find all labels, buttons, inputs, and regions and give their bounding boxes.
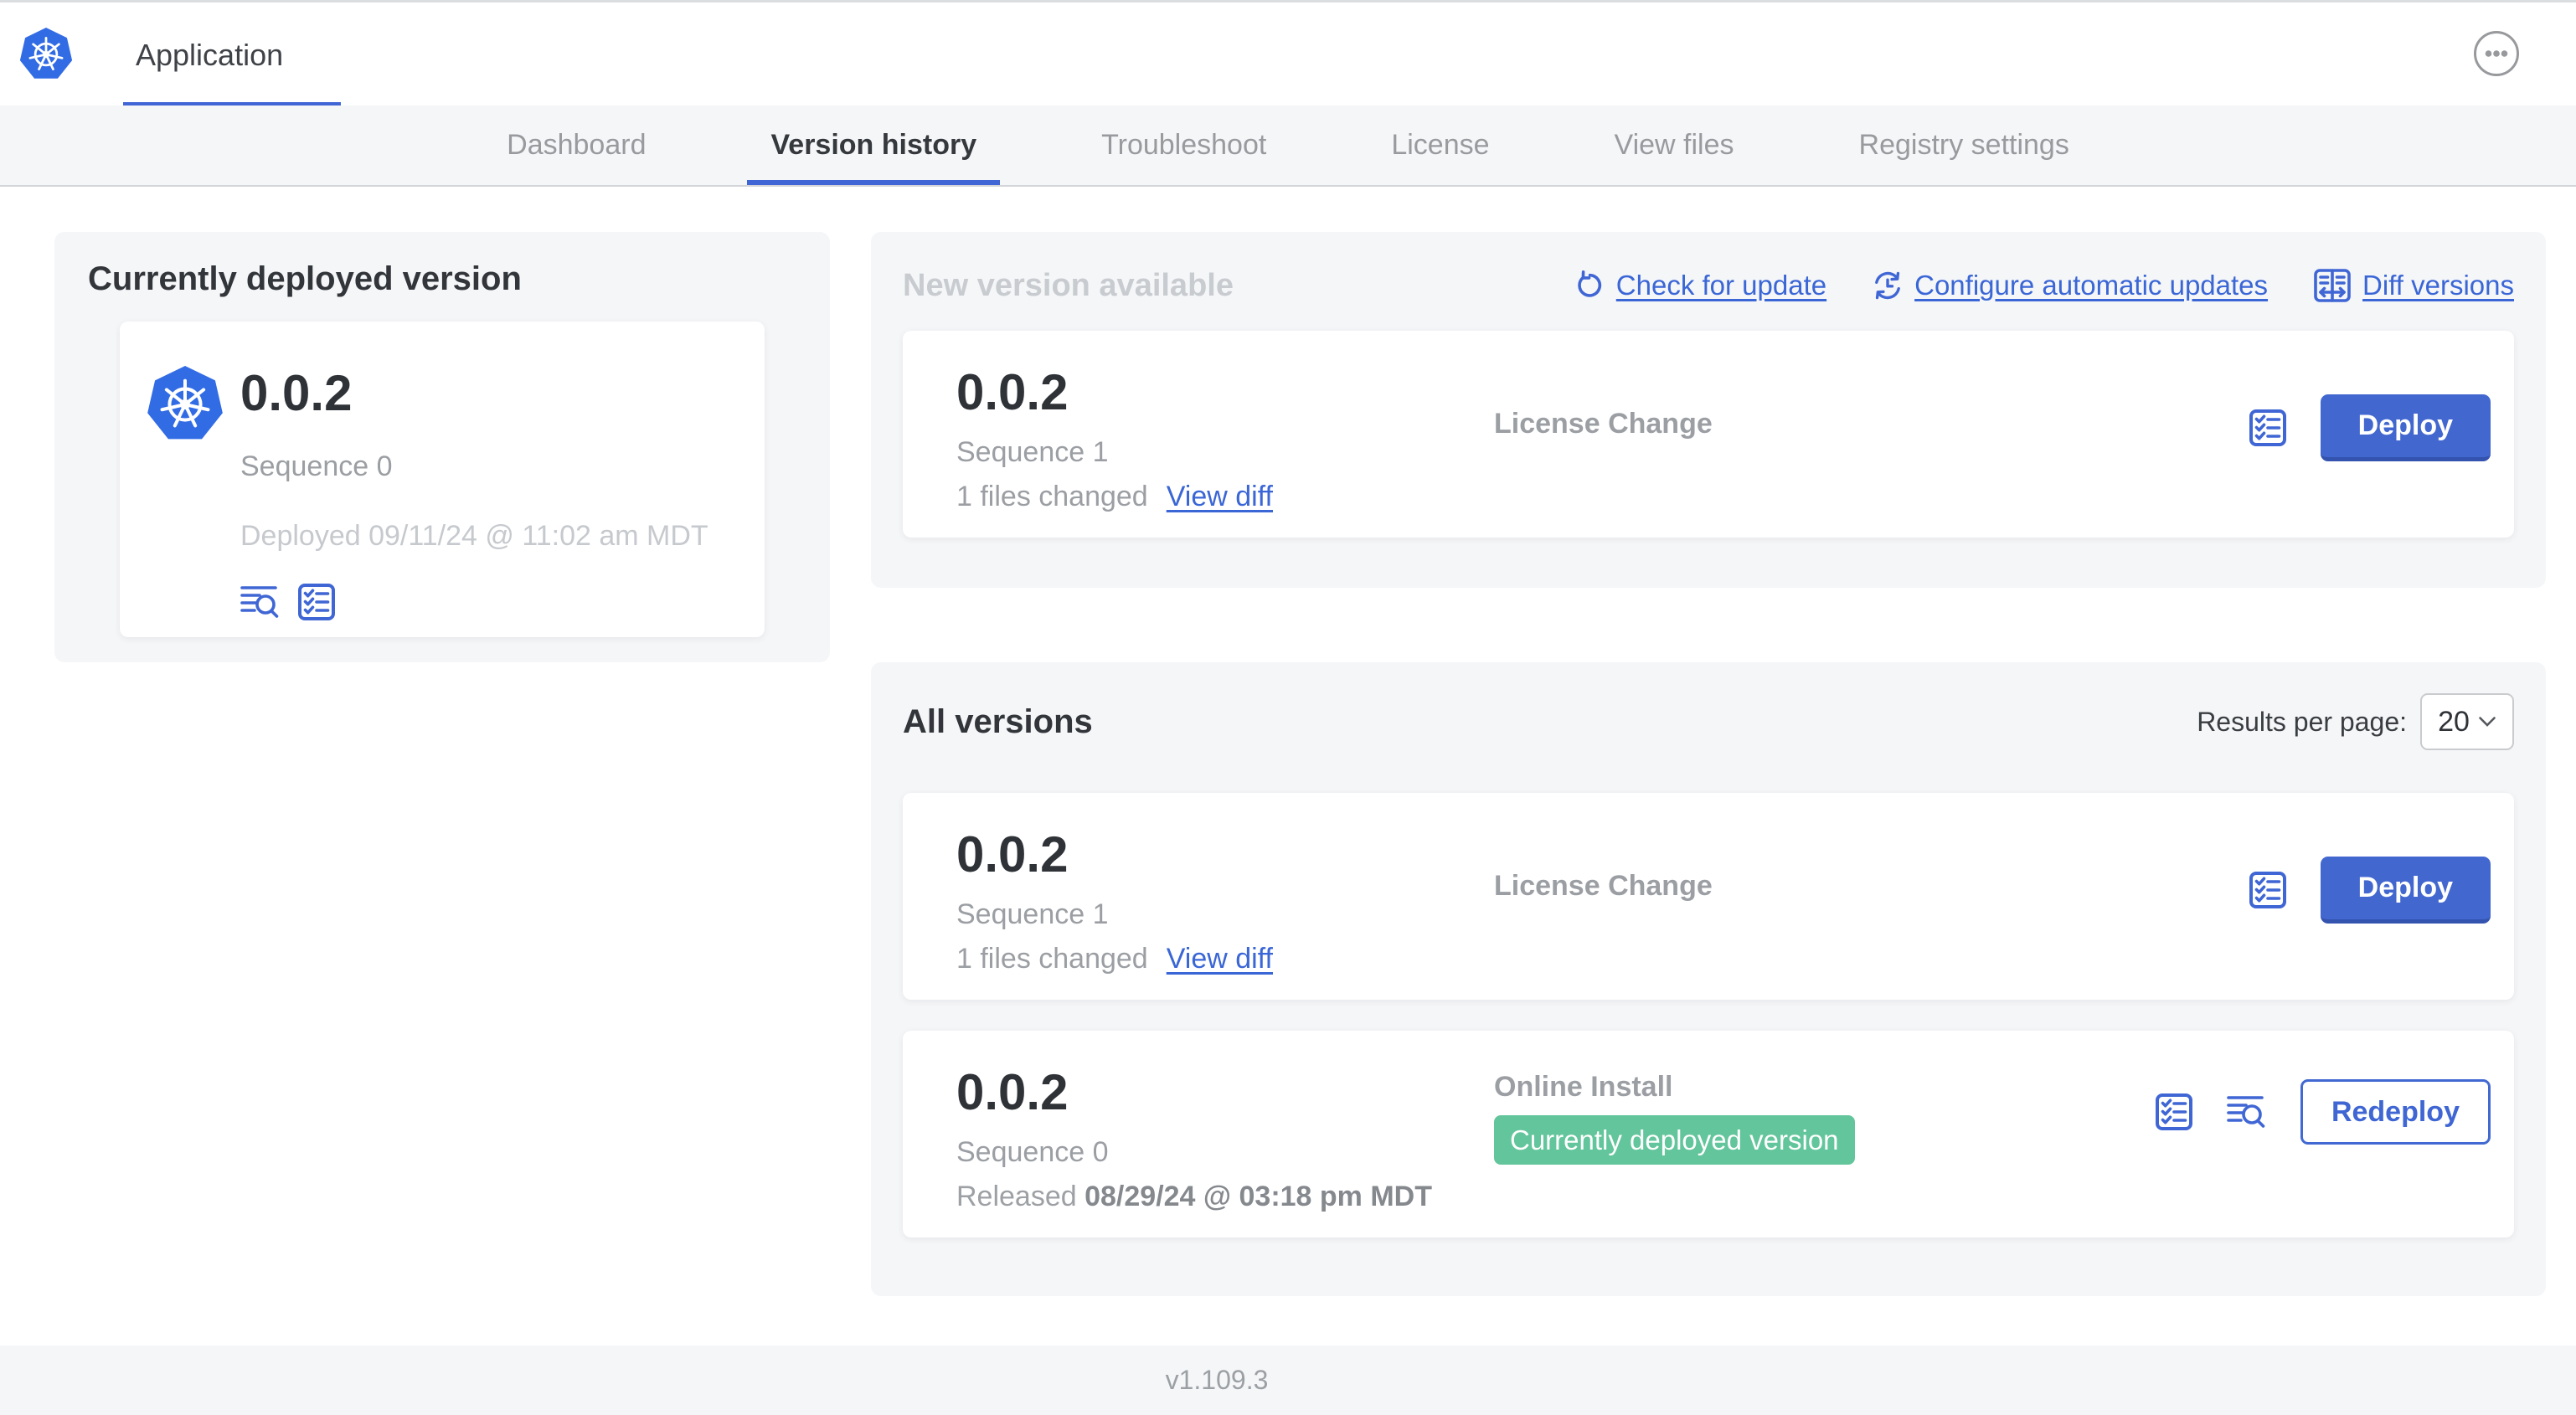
diff-versions-label: Diff versions <box>2362 270 2514 301</box>
deploy-logs-icon <box>2227 1093 2267 1130</box>
version-sequence: Sequence 1 <box>956 436 1109 468</box>
currently-deployed-version-panel: 0.0.2 Sequence 0 Deployed 09/11/24 @ 11:… <box>120 322 765 637</box>
preflight-checks-icon <box>2249 871 2287 909</box>
current-version-info: 0.0.2 Sequence 0 Deployed 09/11/24 @ 11:… <box>240 368 708 637</box>
tab-troubleshoot[interactable]: Troubleshoot <box>1078 105 1290 185</box>
tab-dashboard-label: Dashboard <box>507 129 647 161</box>
configure-automatic-updates-label: Configure automatic updates <box>1914 270 2269 301</box>
configure-automatic-updates-link[interactable]: Configure automatic updates <box>1872 270 2268 301</box>
all-versions-card: All versions Results per page: 20 0.0.2 <box>871 662 2546 1296</box>
new-version-heading: New version available <box>903 267 1234 303</box>
version-source-label: Online Install <box>1494 1071 1673 1103</box>
diff-versions-link[interactable]: Diff versions <box>2313 268 2514 303</box>
currently-deployed-badge: Currently deployed version <box>1494 1115 1855 1165</box>
check-for-update-link[interactable]: Check for update <box>1574 270 1826 301</box>
files-changed-row: 1 files changed View diff <box>956 943 1494 975</box>
all-versions-header: All versions Results per page: 20 <box>903 692 2514 751</box>
current-version-deployed-date: Deployed 09/11/24 @ 11:02 am MDT <box>240 520 708 552</box>
kubernetes-logo-icon <box>18 26 74 83</box>
check-for-update-label: Check for update <box>1615 270 1827 301</box>
new-version-card: New version available Check for update C… <box>871 232 2546 588</box>
preflight-checks-button[interactable] <box>2249 871 2287 909</box>
version-row-source: License Change <box>1494 830 2249 903</box>
tab-registry-settings[interactable]: Registry settings <box>1836 105 2093 185</box>
current-version-number: 0.0.2 <box>240 365 353 421</box>
version-row-source: License Change <box>1494 368 2249 440</box>
preflight-checks-icon <box>2155 1093 2193 1131</box>
currently-deployed-title: Currently deployed version <box>88 260 522 297</box>
version-row-sequence-1: 0.0.2 Sequence 1 1 files changed View di… <box>903 793 2514 1000</box>
tab-view-files-label: View files <box>1614 129 1734 161</box>
current-version-actions <box>240 583 708 621</box>
deploy-logs-icon <box>240 584 281 620</box>
preflight-checks-icon <box>2249 409 2287 447</box>
version-row-info: 0.0.2 Sequence 1 1 files changed View di… <box>956 830 1494 975</box>
version-row-source: Online Install Currently deployed versio… <box>1494 1068 2155 1165</box>
version-sequence: Sequence 1 <box>956 898 1109 930</box>
currently-deployed-card: Currently deployed version 0.0.2 Sequenc… <box>54 232 830 662</box>
top-bar: Application <box>0 0 2576 108</box>
secondary-nav: Dashboard Version history Troubleshoot L… <box>0 105 2576 187</box>
tab-version-history-label: Version history <box>770 129 977 161</box>
tab-troubleshoot-label: Troubleshoot <box>1101 129 1267 161</box>
results-per-page-select[interactable]: 20 <box>2420 693 2514 750</box>
preflight-checks-button[interactable] <box>297 583 336 621</box>
deploy-button[interactable]: Deploy <box>2320 394 2491 461</box>
footer: v1.109.3 <box>0 1346 2576 1415</box>
application-page: Application Dashboard Version history Tr… <box>0 0 2576 1415</box>
overflow-menu-button[interactable] <box>2472 29 2521 78</box>
diff-versions-icon <box>2313 268 2352 303</box>
preflight-checks-button[interactable] <box>2155 1093 2193 1131</box>
redeploy-button[interactable]: Redeploy <box>2300 1079 2491 1145</box>
version-number: 0.0.2 <box>956 1064 1069 1120</box>
new-version-row: 0.0.2 Sequence 1 1 files changed View di… <box>903 331 2514 538</box>
version-row-info: 0.0.2 Sequence 0 Released 08/29/24 @ 03:… <box>956 1068 1494 1213</box>
app-tab-label: Application <box>136 38 284 72</box>
tab-application[interactable]: Application <box>123 3 341 108</box>
tab-license-label: License <box>1391 129 1490 161</box>
files-changed-label: 1 files changed <box>956 481 1148 512</box>
check-for-update-icon <box>1574 270 1605 301</box>
new-version-actions: Check for update Configure automatic upd… <box>1574 268 2514 303</box>
version-number: 0.0.2 <box>956 826 1069 882</box>
current-version-sequence: Sequence 0 <box>240 450 393 482</box>
results-per-page-control: Results per page: 20 <box>2197 693 2514 750</box>
version-row-sequence-0: 0.0.2 Sequence 0 Released 08/29/24 @ 03:… <box>903 1031 2514 1237</box>
files-changed-row: 1 files changed View diff <box>956 481 1494 513</box>
tab-version-history[interactable]: Version history <box>747 105 1000 185</box>
tab-registry-settings-label: Registry settings <box>1858 129 2069 161</box>
version-source-label: License Change <box>1494 870 1713 902</box>
results-per-page-value: 20 <box>2438 705 2470 738</box>
results-per-page-label: Results per page: <box>2197 706 2407 737</box>
version-number: 0.0.2 <box>956 364 1069 420</box>
view-diff-link[interactable]: View diff <box>1167 943 1273 975</box>
deploy-logs-button[interactable] <box>2227 1093 2267 1130</box>
released-date-value: 08/29/24 @ 03:18 pm MDT <box>1084 1181 1432 1212</box>
configure-automatic-updates-icon <box>1872 270 1904 301</box>
version-source-label: License Change <box>1494 408 1713 440</box>
tab-license[interactable]: License <box>1368 105 1512 185</box>
tab-view-files[interactable]: View files <box>1591 105 1758 185</box>
kubernetes-app-icon <box>145 363 225 445</box>
deploy-button[interactable]: Deploy <box>2320 857 2491 924</box>
version-row-info: 0.0.2 Sequence 1 1 files changed View di… <box>956 368 1494 513</box>
preflight-checks-button[interactable] <box>2249 409 2287 447</box>
console-version-label: v1.109.3 <box>1165 1365 1269 1395</box>
tab-dashboard[interactable]: Dashboard <box>483 105 669 185</box>
version-row-actions: Deploy <box>2249 394 2491 461</box>
view-diff-link[interactable]: View diff <box>1167 481 1273 513</box>
version-released-date: Released 08/29/24 @ 03:18 pm MDT <box>956 1181 1494 1213</box>
new-version-header: New version available Check for update C… <box>903 262 2514 309</box>
files-changed-label: 1 files changed <box>956 943 1148 975</box>
all-versions-list: 0.0.2 Sequence 1 1 files changed View di… <box>903 793 2514 1237</box>
overflow-menu-icon <box>2472 29 2521 78</box>
chevron-down-icon <box>2478 716 2496 728</box>
version-row-actions: Redeploy <box>2155 1079 2491 1145</box>
version-row-actions: Deploy <box>2249 857 2491 924</box>
preflight-checks-icon <box>297 583 336 621</box>
version-sequence: Sequence 0 <box>956 1136 1109 1168</box>
released-prefix: Released <box>956 1181 1085 1212</box>
all-versions-title: All versions <box>903 702 1093 740</box>
deploy-logs-button[interactable] <box>240 584 281 620</box>
